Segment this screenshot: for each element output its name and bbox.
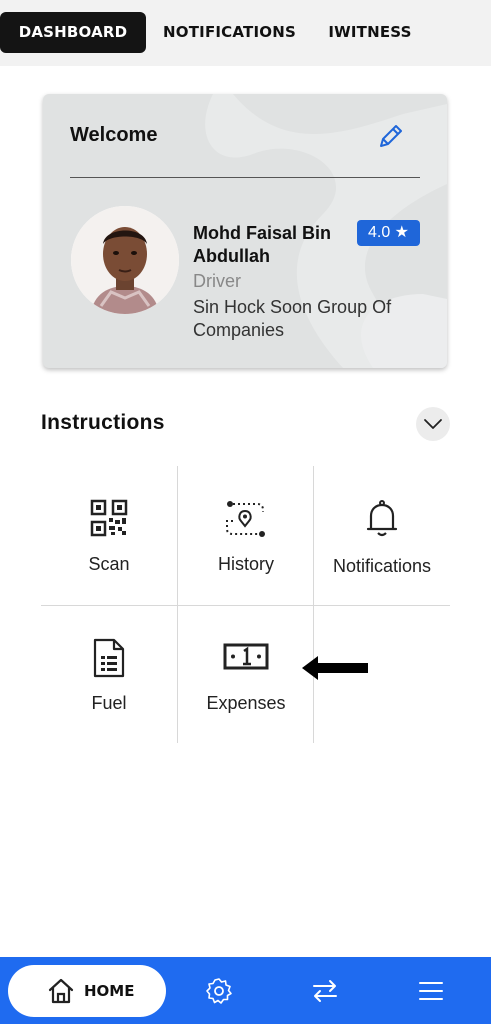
edit-pencil-icon[interactable] [377,122,405,150]
profile-card: Welcome Mohd Faisal Bin Abdullah 4.0 ★ D… [43,94,447,368]
history-label: History [217,554,274,574]
driver-name: Mohd Faisal Bin Abdullah [193,223,332,266]
tab-iwitness[interactable]: IWITNESS [315,12,425,53]
home-icon [48,978,74,1004]
transfer-icon[interactable] [311,977,339,1005]
chevron-down-icon[interactable] [416,407,450,441]
bell-icon [366,500,398,537]
history-tile[interactable]: History [178,467,314,605]
tab-notifications[interactable]: NOTIFICATIONS [152,12,307,53]
fuel-label: Fuel [91,693,127,713]
arrow-left-icon [302,656,368,680]
home-label: HOME [84,982,135,1000]
scan-tile[interactable]: Scan [41,467,177,605]
avatar-portrait-icon [71,206,179,314]
notifications-label: Notifications [332,556,432,576]
settings-icon[interactable] [205,977,233,1005]
tab-dashboard[interactable]: DASHBOARD [0,12,146,53]
notifications-tile[interactable]: Notifications [314,467,450,605]
rating-badge: 4.0 ★ [357,220,420,246]
avatar [71,206,179,314]
top-tab-bar: DASHBOARD NOTIFICATIONS IWITNESS [0,0,491,66]
welcome-heading: Welcome [70,124,158,146]
menu-icon[interactable] [417,977,445,1005]
company-name: Sin Hock Soon Group Of Companies [193,297,392,340]
expenses-label: Expenses [206,693,286,713]
scan-label: Scan [88,554,130,574]
banknote-icon [223,643,269,670]
fuel-tile[interactable]: Fuel [41,606,177,744]
expenses-tile[interactable]: Expenses [178,606,314,744]
driver-role: Driver [193,271,241,291]
qr-code-icon [90,499,128,537]
card-divider [70,177,420,178]
instructions-heading: Instructions [41,411,165,434]
document-icon [93,638,125,678]
bottom-navigation: HOME [0,957,491,1024]
home-nav-button[interactable]: HOME [8,965,166,1017]
route-history-icon [226,501,265,537]
